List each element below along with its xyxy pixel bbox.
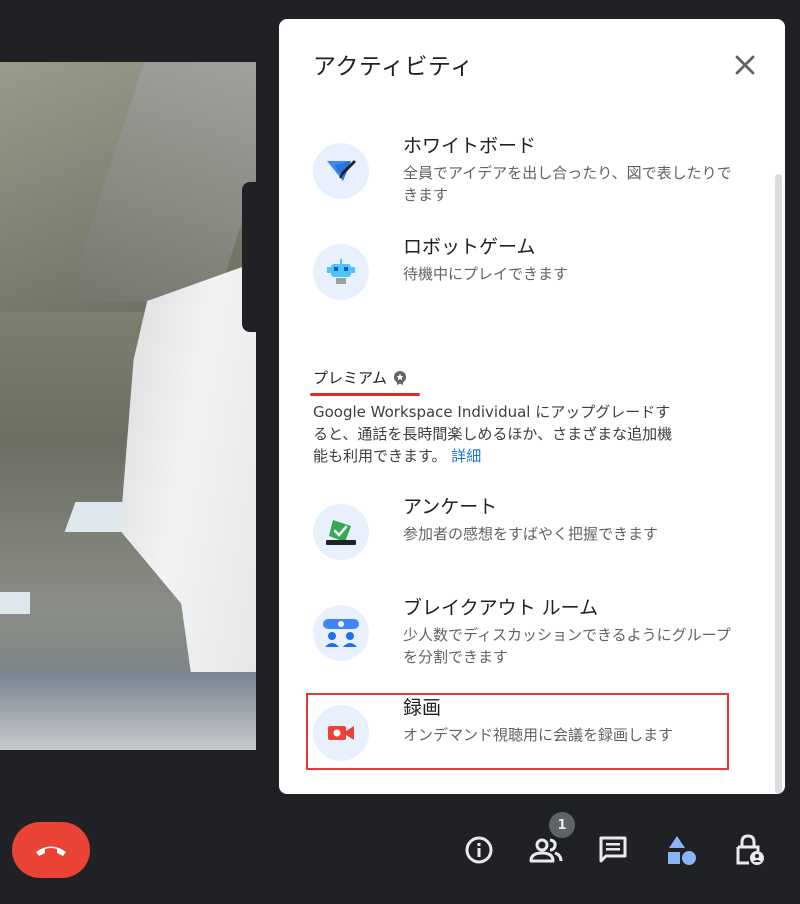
people-icon	[529, 838, 563, 863]
activity-title: ホワイトボード	[403, 135, 537, 157]
premium-desc-text: Google Workspace Individual にアップグレードすると、…	[313, 403, 673, 465]
learn-more-link[interactable]: 詳細	[451, 447, 481, 465]
chat-icon	[599, 836, 627, 863]
lock-person-icon	[736, 834, 764, 865]
annotation-underline	[310, 393, 420, 396]
meeting-details-button[interactable]	[461, 832, 497, 868]
whiteboard-icon	[313, 143, 369, 199]
activity-desc: 待機中にプレイできます	[403, 265, 569, 283]
activity-desc: 全員でアイデアを出し合ったり、図で表したりできます	[403, 164, 732, 204]
breakout-rooms-icon	[313, 605, 369, 661]
phone-hangup-icon	[36, 846, 66, 856]
activity-poll[interactable]: アンケート 参加者の感想をすばやく把握できます	[303, 496, 743, 584]
activity-desc: 参加者の感想をすばやく把握できます	[403, 525, 659, 543]
activity-robot-game[interactable]: ロボットゲーム 待機中にプレイできます	[303, 236, 743, 324]
premium-heading: プレミアム	[313, 367, 408, 388]
poll-icon	[313, 504, 369, 560]
close-icon	[735, 55, 755, 75]
participants-count-badge: 1	[549, 812, 575, 838]
host-controls-button[interactable]	[731, 832, 767, 868]
panel-title: アクティビティ	[313, 54, 474, 80]
annotation-highlight-box	[306, 693, 729, 770]
end-call-button[interactable]	[12, 822, 90, 878]
participant-video	[0, 62, 256, 750]
robot-game-icon	[313, 244, 369, 300]
activity-breakout-rooms[interactable]: ブレイクアウト ルーム 少人数でディスカッションできるようにグループを分割できま…	[303, 597, 743, 685]
premium-label: プレミアム	[313, 369, 387, 387]
activities-shapes-icon	[668, 836, 696, 865]
activities-button[interactable]	[663, 832, 699, 868]
activity-desc: 少人数でディスカッションできるようにグループを分割できます	[403, 626, 731, 666]
premium-badge-icon	[393, 370, 406, 385]
premium-description: Google Workspace Individual にアップグレードすると、…	[313, 401, 673, 467]
scrollbar[interactable]	[775, 174, 782, 794]
activity-title: アンケート	[403, 496, 498, 518]
activities-panel: アクティビティ ホワイトボード 全員でアイデアを出し合ったり、図で表したりできま…	[279, 19, 785, 794]
activity-title: ブレイクアウト ルーム	[403, 597, 599, 619]
activity-title: ロボットゲーム	[403, 236, 536, 258]
close-button[interactable]	[729, 49, 761, 81]
info-icon	[465, 836, 493, 864]
activity-whiteboard[interactable]: ホワイトボード 全員でアイデアを出し合ったり、図で表したりできます	[303, 135, 743, 223]
chat-button[interactable]	[595, 832, 631, 868]
